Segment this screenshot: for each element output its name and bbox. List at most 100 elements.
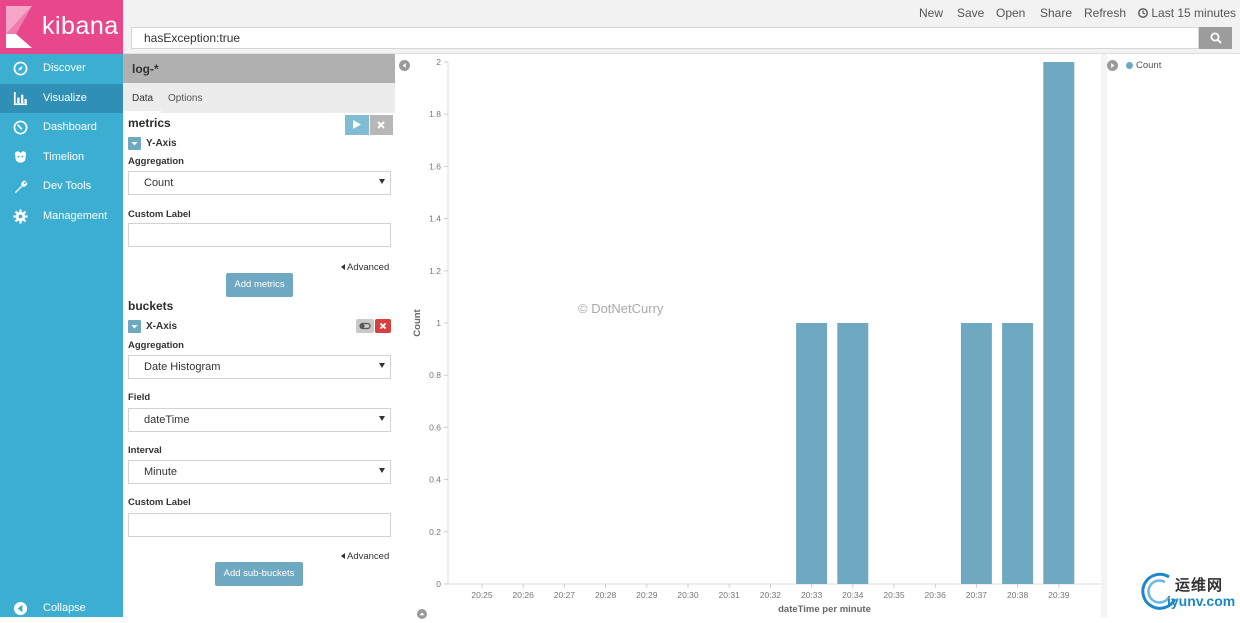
aggregation-label: Aggregation xyxy=(128,340,184,351)
caret-down-icon xyxy=(379,363,385,368)
x-tick-label: 20:32 xyxy=(760,590,782,600)
tab-options[interactable]: Options xyxy=(168,93,202,104)
save-button[interactable]: Save xyxy=(957,6,984,20)
wrench-icon xyxy=(14,180,28,194)
index-pattern-title: log-* xyxy=(132,62,159,76)
x-tick-label: 20:39 xyxy=(1048,590,1070,600)
x-tick-label: 20:37 xyxy=(966,590,988,600)
chart-bar xyxy=(837,323,869,584)
discard-changes-button[interactable] xyxy=(370,115,393,135)
sidebar-item-management[interactable]: Management xyxy=(0,202,123,231)
new-button[interactable]: New xyxy=(919,6,943,20)
sidebar: kibana Discover Visualize Dashboard Time… xyxy=(0,0,123,617)
y-tick-label: 0.8 xyxy=(429,370,441,380)
bar-chart-icon xyxy=(13,91,28,106)
advanced-label: Advanced xyxy=(347,551,390,562)
chart-bar xyxy=(960,323,992,584)
play-icon xyxy=(353,120,361,129)
active-tab-indicator xyxy=(123,111,161,113)
index-pattern-header: log-* xyxy=(123,54,395,83)
add-sub-buckets-button[interactable]: Add sub-buckets xyxy=(215,562,303,586)
x-tick-label: 20:34 xyxy=(842,590,864,600)
chart-bar xyxy=(1043,62,1075,584)
site-watermark: 运维网 iyunv.com xyxy=(1135,569,1240,613)
interval-label: Interval xyxy=(128,445,162,456)
sidebar-item-visualize[interactable]: Visualize xyxy=(0,84,123,113)
time-range-label: Last 15 minutes xyxy=(1151,6,1237,20)
legend-swatch xyxy=(1126,61,1133,69)
buckets-custom-label-input[interactable] xyxy=(128,513,391,537)
y-tick-label: 1.8 xyxy=(429,109,441,119)
metrics-custom-label-input[interactable] xyxy=(128,223,391,247)
x-tick-label: 20:36 xyxy=(925,590,947,600)
caret-down-icon xyxy=(379,416,385,421)
select-value: dateTime xyxy=(144,414,190,426)
sidebar-item-dev-tools[interactable]: Dev Tools xyxy=(0,172,123,201)
x-tick-label: 20:30 xyxy=(677,590,699,600)
y-axis-toggle[interactable] xyxy=(128,137,141,150)
dashboard-icon xyxy=(13,120,28,135)
y-tick-label: 1.6 xyxy=(429,161,441,171)
x-tick-label: 20:35 xyxy=(883,590,905,600)
select-value: Date Histogram xyxy=(144,361,221,373)
x-axis-toggle[interactable] xyxy=(128,320,141,333)
search-input[interactable] xyxy=(131,27,1199,49)
close-icon xyxy=(379,322,387,330)
field-label: Field xyxy=(128,392,151,403)
compass-icon xyxy=(13,61,28,76)
y-tick-label: 0 xyxy=(436,579,441,589)
time-picker[interactable]: Last 15 minutes xyxy=(1138,6,1236,20)
buckets-title: buckets xyxy=(128,299,174,313)
select-value: Minute xyxy=(144,466,178,478)
legend-toggle-icon[interactable] xyxy=(1107,60,1118,71)
kibana-logo[interactable]: kibana xyxy=(0,0,123,54)
interval-select[interactable]: Minute xyxy=(128,460,391,484)
select-value: Count xyxy=(144,177,174,189)
sidebar-item-discover[interactable]: Discover xyxy=(0,54,123,83)
sidebar-item-label: Management xyxy=(43,210,108,222)
remove-agg-button[interactable] xyxy=(375,319,391,333)
x-tick-label: 20:27 xyxy=(554,590,576,600)
collapse-label: Collapse xyxy=(43,602,86,614)
sidebar-collapse-button[interactable]: Collapse xyxy=(0,594,123,623)
sidebar-item-label: Timelion xyxy=(43,151,85,163)
custom-label-label: Custom Label xyxy=(128,497,191,508)
add-metrics-button[interactable]: Add metrics xyxy=(226,273,293,297)
field-select[interactable]: dateTime xyxy=(128,408,391,432)
timelion-icon xyxy=(14,150,27,163)
y-axis-title: Count xyxy=(412,308,423,336)
logo-text: kibana xyxy=(42,12,119,40)
x-tick-label: 20:25 xyxy=(471,590,493,600)
share-button[interactable]: Share xyxy=(1040,6,1072,20)
bar-chart: 0 0.2 0.4 0.6 0.8 1 1.2 1.4 1.6 1.8 2 20:25 20:26 20:… xyxy=(412,57,1101,615)
y-tick-label: 0.2 xyxy=(429,527,441,537)
sidebar-item-dashboard[interactable]: Dashboard xyxy=(0,113,123,142)
advanced-label: Advanced xyxy=(347,262,390,273)
chevron-down-icon xyxy=(131,325,138,329)
x-tick-label: 20:38 xyxy=(1007,590,1029,600)
chevron-down-icon xyxy=(131,142,138,146)
toggle-agg-button[interactable] xyxy=(356,319,374,333)
sidebar-item-timelion[interactable]: Timelion xyxy=(0,143,123,172)
refresh-button[interactable]: Refresh xyxy=(1084,6,1126,20)
y-tick-label: 0.6 xyxy=(429,422,441,432)
brand-text-bottom: iyunv.com xyxy=(1167,593,1236,609)
apply-changes-button[interactable] xyxy=(345,115,369,135)
metrics-title: metrics xyxy=(128,116,171,130)
clock-icon xyxy=(1138,8,1148,18)
aggregation-label: Aggregation xyxy=(128,156,184,167)
toggle-icon xyxy=(359,322,371,330)
open-button[interactable]: Open xyxy=(996,6,1025,20)
metrics-advanced-toggle[interactable]: Advanced xyxy=(341,262,389,273)
metrics-aggregation-select[interactable]: Count xyxy=(128,171,391,195)
search-button[interactable] xyxy=(1199,27,1232,49)
buckets-aggregation-select[interactable]: Date Histogram xyxy=(128,355,391,379)
x-tick-label: 20:26 xyxy=(513,590,535,600)
tab-data[interactable]: Data xyxy=(132,93,153,104)
buckets-advanced-toggle[interactable]: Advanced xyxy=(341,551,389,562)
chart-bar xyxy=(796,323,828,584)
legend-item-count[interactable]: Count xyxy=(1126,60,1161,71)
y-axis-label: Y-Axis xyxy=(146,138,177,149)
legend-label: Count xyxy=(1136,60,1162,71)
sidebar-item-label: Dashboard xyxy=(43,121,97,133)
